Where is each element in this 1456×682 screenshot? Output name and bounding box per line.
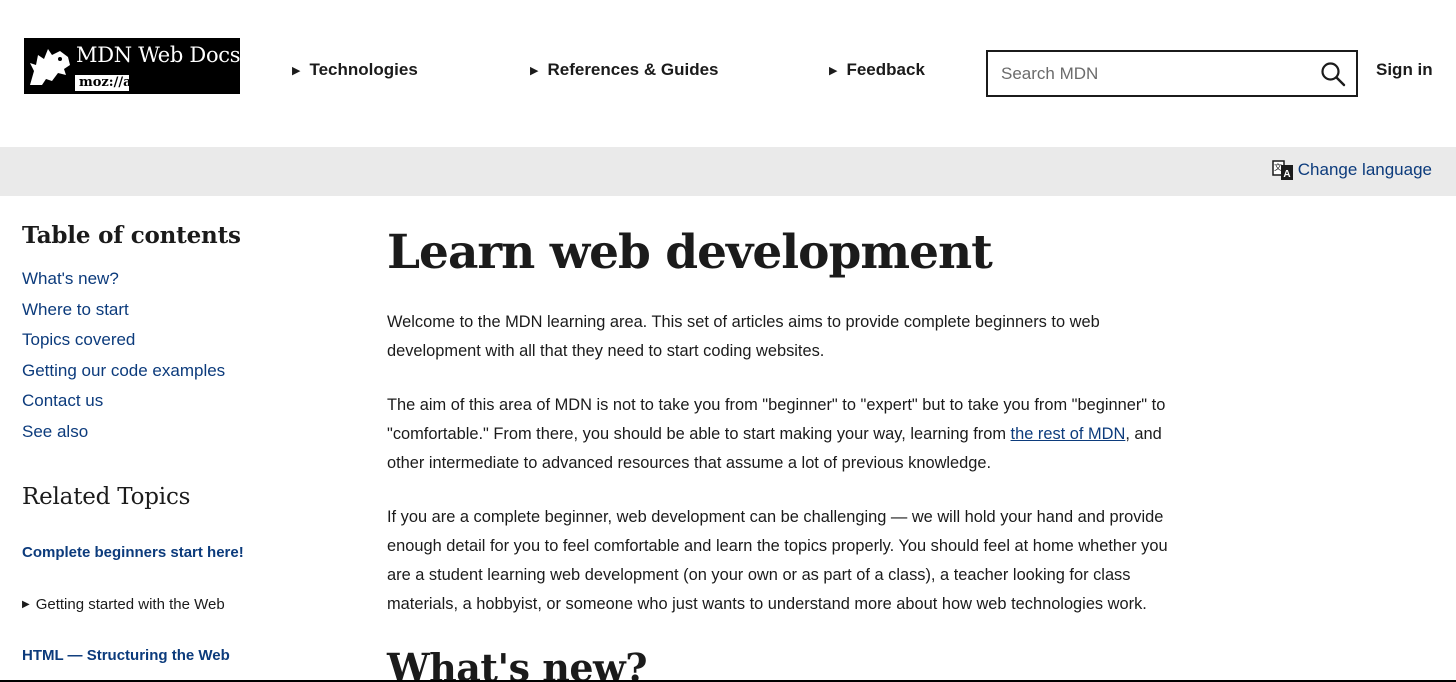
toc-title: Table of contents [22,222,241,249]
rest-of-mdn-link[interactable]: the rest of MDN [1011,425,1126,443]
change-language-button[interactable]: A 文 Change language [1271,158,1432,182]
translate-icon: A 文 [1272,160,1293,180]
aim-paragraph: The aim of this area of MDN is not to ta… [387,391,1182,478]
toc-link-whats-new[interactable]: What's new? [22,268,225,299]
toc-link-contact-us[interactable]: Contact us [22,390,225,421]
main-content: Learn web development Welcome to the MDN… [387,222,1187,682]
site-header: MDN Web Docs moz://a ▶ Technologies ▶ Re… [0,0,1456,147]
nav-references-guides-label: References & Guides [547,60,719,79]
related-getting-started-label: Getting started with the Web [35,596,225,613]
language-bar: A 文 Change language [0,147,1456,196]
beginner-paragraph: If you are a complete beginner, web deve… [387,508,1168,613]
related-topics-title: Related Topics [22,484,191,510]
page-title: Learn web development [387,225,993,280]
triangle-right-icon: ▶ [22,599,30,610]
dinosaur-icon [24,38,74,94]
toc-link-code-examples[interactable]: Getting our code examples [22,360,225,391]
logo-mozilla: moz://a [74,74,132,92]
triangle-right-icon: ▶ [829,64,838,77]
related-getting-started[interactable]: ▶ Getting started with the Web [22,596,225,613]
related-beginners-link[interactable]: Complete beginners start here! [22,544,244,561]
search-icon[interactable] [1320,61,1346,87]
intro-paragraph: Welcome to the MDN learning area. This s… [387,313,1100,360]
related-html-link[interactable]: HTML — Structuring the Web [22,647,230,664]
svg-text:文: 文 [1274,162,1282,172]
nav-feedback[interactable]: ▶ Feedback [829,60,925,80]
whats-new-heading: What's new? [387,645,648,682]
toc-list: What's new? Where to start Topics covere… [22,268,225,452]
toc-link-see-also[interactable]: See also [22,421,225,452]
nav-feedback-label: Feedback [846,60,925,79]
toc-link-topics-covered[interactable]: Topics covered [22,329,225,360]
nav-references-guides[interactable]: ▶ References & Guides [530,60,718,80]
nav-technologies-label: Technologies [309,60,418,79]
triangle-right-icon: ▶ [292,64,301,77]
toc-link-where-to-start[interactable]: Where to start [22,299,225,330]
svg-text:A: A [1283,169,1290,180]
search-box [986,50,1358,97]
mdn-logo[interactable]: MDN Web Docs moz://a [24,38,241,94]
logo-brand: MDN Web Docs [76,43,241,67]
nav-technologies[interactable]: ▶ Technologies [292,60,418,80]
search-input[interactable] [988,63,1308,84]
triangle-right-icon: ▶ [530,64,539,77]
change-language-label: Change language [1297,160,1432,179]
sign-in-link[interactable]: Sign in [1376,60,1433,80]
